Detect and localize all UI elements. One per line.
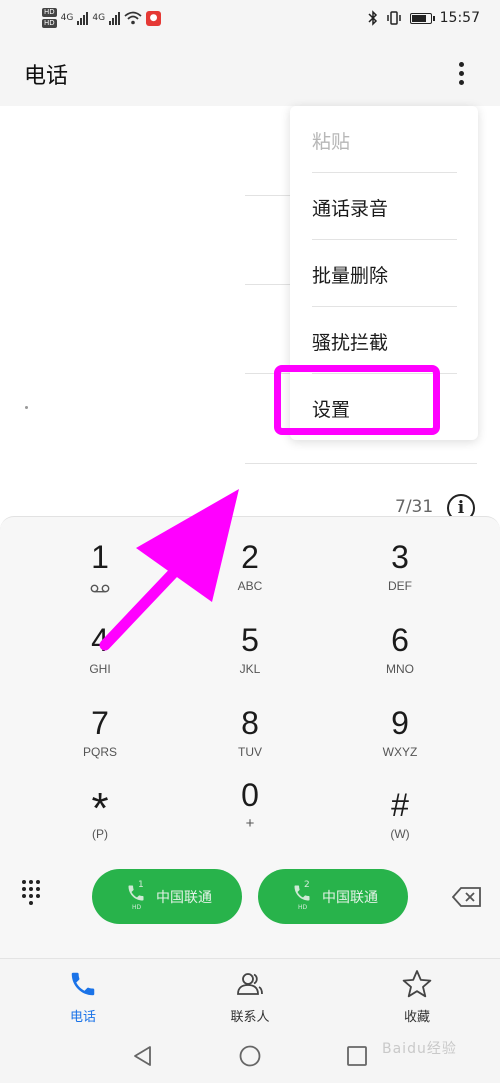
recents-icon[interactable] bbox=[346, 1045, 368, 1067]
annotation-arrow bbox=[99, 489, 239, 651]
nav-label: 联系人 bbox=[230, 1010, 270, 1025]
tab-favorites[interactable]: 收藏 bbox=[334, 959, 500, 1034]
nav-label: 收藏 bbox=[403, 1010, 430, 1025]
annotation-arrow-head bbox=[136, 489, 239, 602]
bottom-nav: 电话 联系人 收藏 bbox=[0, 958, 500, 1034]
annotation-arrow-shaft bbox=[99, 562, 184, 651]
star-icon bbox=[402, 970, 432, 998]
tab-contacts[interactable]: 联系人 bbox=[167, 959, 333, 1034]
phone-icon bbox=[71, 972, 95, 996]
tab-phone[interactable]: 电话 bbox=[0, 959, 166, 1034]
watermark: Baidu经验 bbox=[382, 1041, 457, 1057]
contacts-icon bbox=[237, 973, 263, 995]
nav-label: 电话 bbox=[69, 1010, 96, 1025]
back-icon[interactable] bbox=[132, 1045, 154, 1067]
home-icon[interactable] bbox=[239, 1045, 261, 1067]
